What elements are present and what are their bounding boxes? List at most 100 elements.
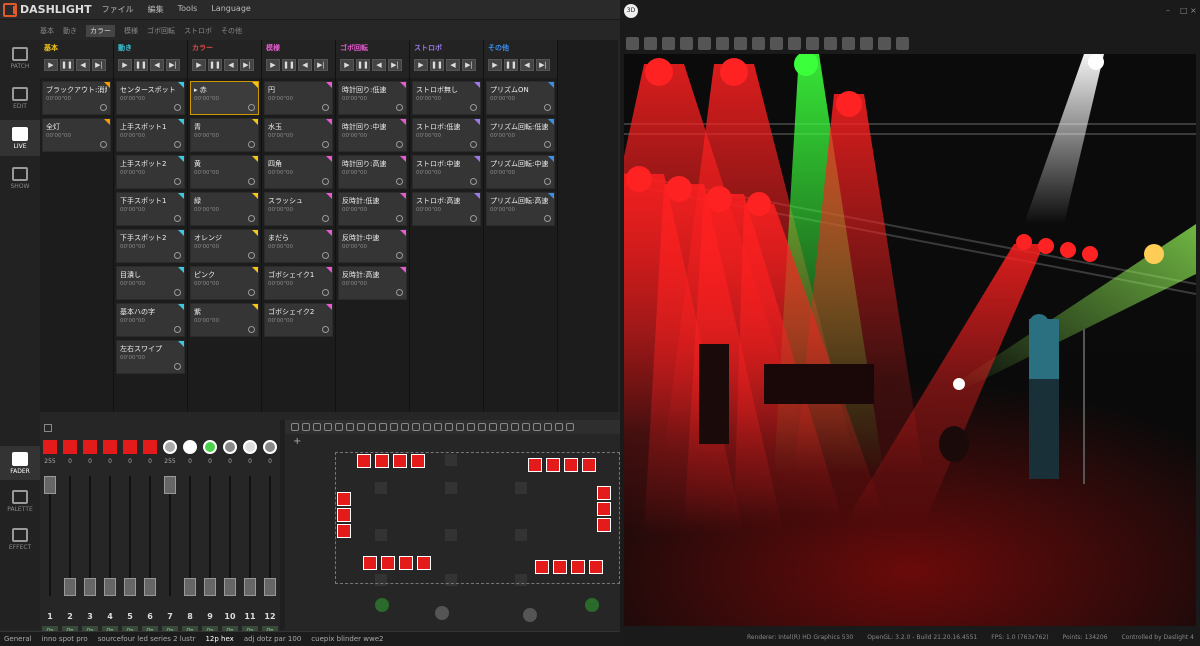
3d-tool-icon[interactable] bbox=[734, 36, 747, 50]
grid-fixture-dot[interactable] bbox=[523, 608, 537, 622]
3d-tool-icon[interactable] bbox=[626, 36, 639, 50]
grid-tool-icon[interactable] bbox=[489, 423, 497, 431]
cue-button[interactable]: 青 00'00"00 bbox=[190, 118, 259, 152]
loop-icon[interactable] bbox=[544, 215, 551, 222]
next-button[interactable]: ▶| bbox=[240, 59, 254, 71]
fader-color-swatch[interactable] bbox=[243, 440, 257, 454]
loop-icon[interactable] bbox=[322, 326, 329, 333]
cue-button[interactable]: 緑 00'00"00 bbox=[190, 192, 259, 226]
loop-icon[interactable] bbox=[322, 252, 329, 259]
cue-button[interactable]: 反時計:低速 00'00"00 bbox=[338, 192, 407, 226]
prev-button[interactable]: ◀ bbox=[76, 59, 90, 71]
3d-tool-icon[interactable] bbox=[806, 36, 819, 50]
cue-button[interactable]: プリズム回転:高速 00'00"00 bbox=[486, 192, 555, 226]
loop-icon[interactable] bbox=[174, 178, 181, 185]
loop-icon[interactable] bbox=[396, 141, 403, 148]
cue-button[interactable]: プリズムON 00'00"00 bbox=[486, 81, 555, 115]
grid-tool-icon[interactable] bbox=[313, 423, 321, 431]
group-tab-5[interactable]: ストロボ bbox=[184, 26, 212, 36]
cue-button[interactable]: スラッシュ 00'00"00 bbox=[264, 192, 333, 226]
grid-tool-icon[interactable] bbox=[390, 423, 398, 431]
fader-knob[interactable] bbox=[264, 578, 276, 596]
play-button[interactable]: ▶ bbox=[266, 59, 280, 71]
fixture-tab[interactable]: sourcefour led series 2 lustr bbox=[98, 635, 196, 643]
fader-color-swatch[interactable] bbox=[223, 440, 237, 454]
cue-button[interactable]: 時計回り:低速 00'00"00 bbox=[338, 81, 407, 115]
nav-edit[interactable]: EDIT bbox=[0, 80, 40, 116]
group-tab-6[interactable]: その他 bbox=[221, 26, 242, 36]
loop-icon[interactable] bbox=[396, 178, 403, 185]
fader-knob[interactable] bbox=[44, 476, 56, 494]
fader-knob[interactable] bbox=[224, 578, 236, 596]
pause-button[interactable]: ❚❚ bbox=[60, 59, 74, 71]
cue-button[interactable]: まだら 00'00"00 bbox=[264, 229, 333, 263]
loop-icon[interactable] bbox=[174, 215, 181, 222]
minimize-icon[interactable]: – bbox=[1166, 6, 1170, 15]
pause-button[interactable]: ❚❚ bbox=[208, 59, 222, 71]
prev-button[interactable]: ◀ bbox=[372, 59, 386, 71]
cue-button[interactable]: 反時計:中速 00'00"00 bbox=[338, 229, 407, 263]
loop-icon[interactable] bbox=[544, 141, 551, 148]
loop-icon[interactable] bbox=[248, 178, 255, 185]
next-button[interactable]: ▶| bbox=[388, 59, 402, 71]
nav-palette[interactable]: PALETTE bbox=[0, 484, 40, 518]
menu-tools[interactable]: Tools bbox=[178, 4, 198, 15]
fader-color-swatch[interactable] bbox=[143, 440, 157, 454]
cue-button[interactable]: 上手スポット1 00'00"00 bbox=[116, 118, 185, 152]
fader-knob[interactable] bbox=[144, 578, 156, 596]
next-button[interactable]: ▶| bbox=[166, 59, 180, 71]
cue-button[interactable]: プリズム回転:低速 00'00"00 bbox=[486, 118, 555, 152]
group-tab-1[interactable]: 動き bbox=[63, 26, 77, 36]
loop-icon[interactable] bbox=[396, 252, 403, 259]
cue-button[interactable]: 反時計:高速 00'00"00 bbox=[338, 266, 407, 300]
loop-icon[interactable] bbox=[470, 215, 477, 222]
menu-language[interactable]: Language bbox=[211, 4, 250, 15]
cue-button[interactable]: 紫 00'00"00 bbox=[190, 303, 259, 337]
loop-icon[interactable] bbox=[470, 104, 477, 111]
grid-tool-icon[interactable] bbox=[368, 423, 376, 431]
loop-icon[interactable] bbox=[174, 141, 181, 148]
loop-icon[interactable] bbox=[174, 363, 181, 370]
cue-button[interactable]: 水玉 00'00"00 bbox=[264, 118, 333, 152]
loop-icon[interactable] bbox=[470, 178, 477, 185]
next-button[interactable]: ▶| bbox=[314, 59, 328, 71]
loop-icon[interactable] bbox=[470, 141, 477, 148]
loop-icon[interactable] bbox=[322, 104, 329, 111]
grid-fixture-dot[interactable] bbox=[435, 606, 449, 620]
loop-icon[interactable] bbox=[174, 104, 181, 111]
loop-icon[interactable] bbox=[248, 252, 255, 259]
3d-tool-icon[interactable] bbox=[788, 36, 801, 50]
loop-icon[interactable] bbox=[396, 289, 403, 296]
next-button[interactable]: ▶| bbox=[92, 59, 106, 71]
prev-button[interactable]: ◀ bbox=[520, 59, 534, 71]
cue-button[interactable]: ストロボ:高速 00'00"00 bbox=[412, 192, 481, 226]
fixture-tab[interactable]: cuepix blinder wwe2 bbox=[311, 635, 383, 643]
3d-tool-icon[interactable] bbox=[662, 36, 675, 50]
nav-patch[interactable]: PATCH bbox=[0, 40, 40, 76]
play-button[interactable]: ▶ bbox=[118, 59, 132, 71]
group-tab-3[interactable]: 模様 bbox=[124, 26, 138, 36]
pause-button[interactable]: ❚❚ bbox=[282, 59, 296, 71]
grid-tool-icon[interactable] bbox=[335, 423, 343, 431]
fixture-tab[interactable]: General bbox=[4, 635, 32, 643]
cue-button[interactable]: ▸ 赤 00'00"00 bbox=[190, 81, 259, 115]
grid-tool-icon[interactable] bbox=[423, 423, 431, 431]
fader-color-swatch[interactable] bbox=[183, 440, 197, 454]
grid-tool-icon[interactable] bbox=[324, 423, 332, 431]
3d-tool-icon[interactable] bbox=[644, 36, 657, 50]
fixture-tab[interactable]: adj dotz par 100 bbox=[244, 635, 301, 643]
fader-knob[interactable] bbox=[104, 578, 116, 596]
grid-tool-icon[interactable] bbox=[522, 423, 530, 431]
grid-tool-icon[interactable] bbox=[401, 423, 409, 431]
next-button[interactable]: ▶| bbox=[536, 59, 550, 71]
prev-button[interactable]: ◀ bbox=[298, 59, 312, 71]
nav-live[interactable]: LIVE bbox=[0, 120, 40, 156]
cue-button[interactable]: 左右スワイプ 00'00"00 bbox=[116, 340, 185, 374]
grid-fixture-dot[interactable] bbox=[375, 598, 389, 612]
fader-color-swatch[interactable] bbox=[163, 440, 177, 454]
play-button[interactable]: ▶ bbox=[488, 59, 502, 71]
fader-color-swatch[interactable] bbox=[203, 440, 217, 454]
loop-icon[interactable] bbox=[174, 326, 181, 333]
grid-tool-icon[interactable] bbox=[544, 423, 552, 431]
cue-button[interactable]: ブラックアウト:消灯 00'00"00 bbox=[42, 81, 111, 115]
